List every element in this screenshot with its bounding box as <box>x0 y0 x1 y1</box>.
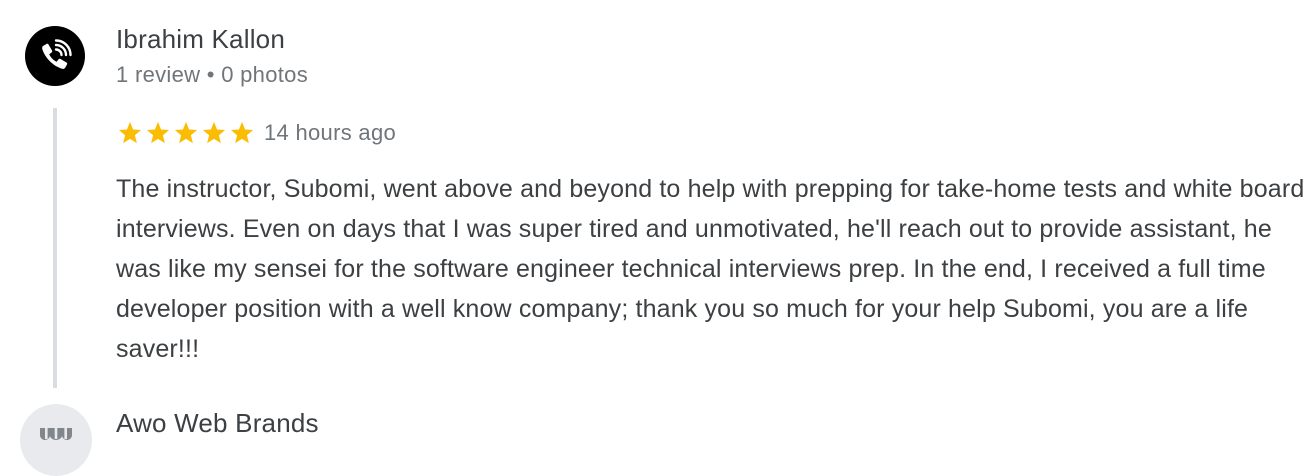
phone-ringing-icon <box>42 39 72 69</box>
reviewer-name[interactable]: Ibrahim Kallon <box>116 24 285 55</box>
review-count: 1 review <box>116 62 201 87</box>
storefront-icon <box>40 428 72 440</box>
review-time: 14 hours ago <box>264 120 397 145</box>
reviewer-name[interactable]: Awo Web Brands <box>116 408 319 439</box>
reviewer-meta: 1 review • 0 photos <box>116 62 308 88</box>
rating-row: 14 hours ago <box>116 118 396 148</box>
reviewer-avatar[interactable] <box>20 404 92 476</box>
review-text: The instructor, Subomi, went above and b… <box>116 175 1305 363</box>
reviewer-avatar[interactable] <box>25 26 85 86</box>
thread-line <box>53 108 57 388</box>
meta-separator: • <box>206 62 215 87</box>
star-icon <box>174 121 198 144</box>
star-icon <box>146 121 170 144</box>
star-rating <box>116 119 256 147</box>
photo-count: 0 photos <box>221 62 308 87</box>
star-icon <box>118 121 142 144</box>
star-icon <box>230 121 254 144</box>
star-icon <box>202 121 226 144</box>
